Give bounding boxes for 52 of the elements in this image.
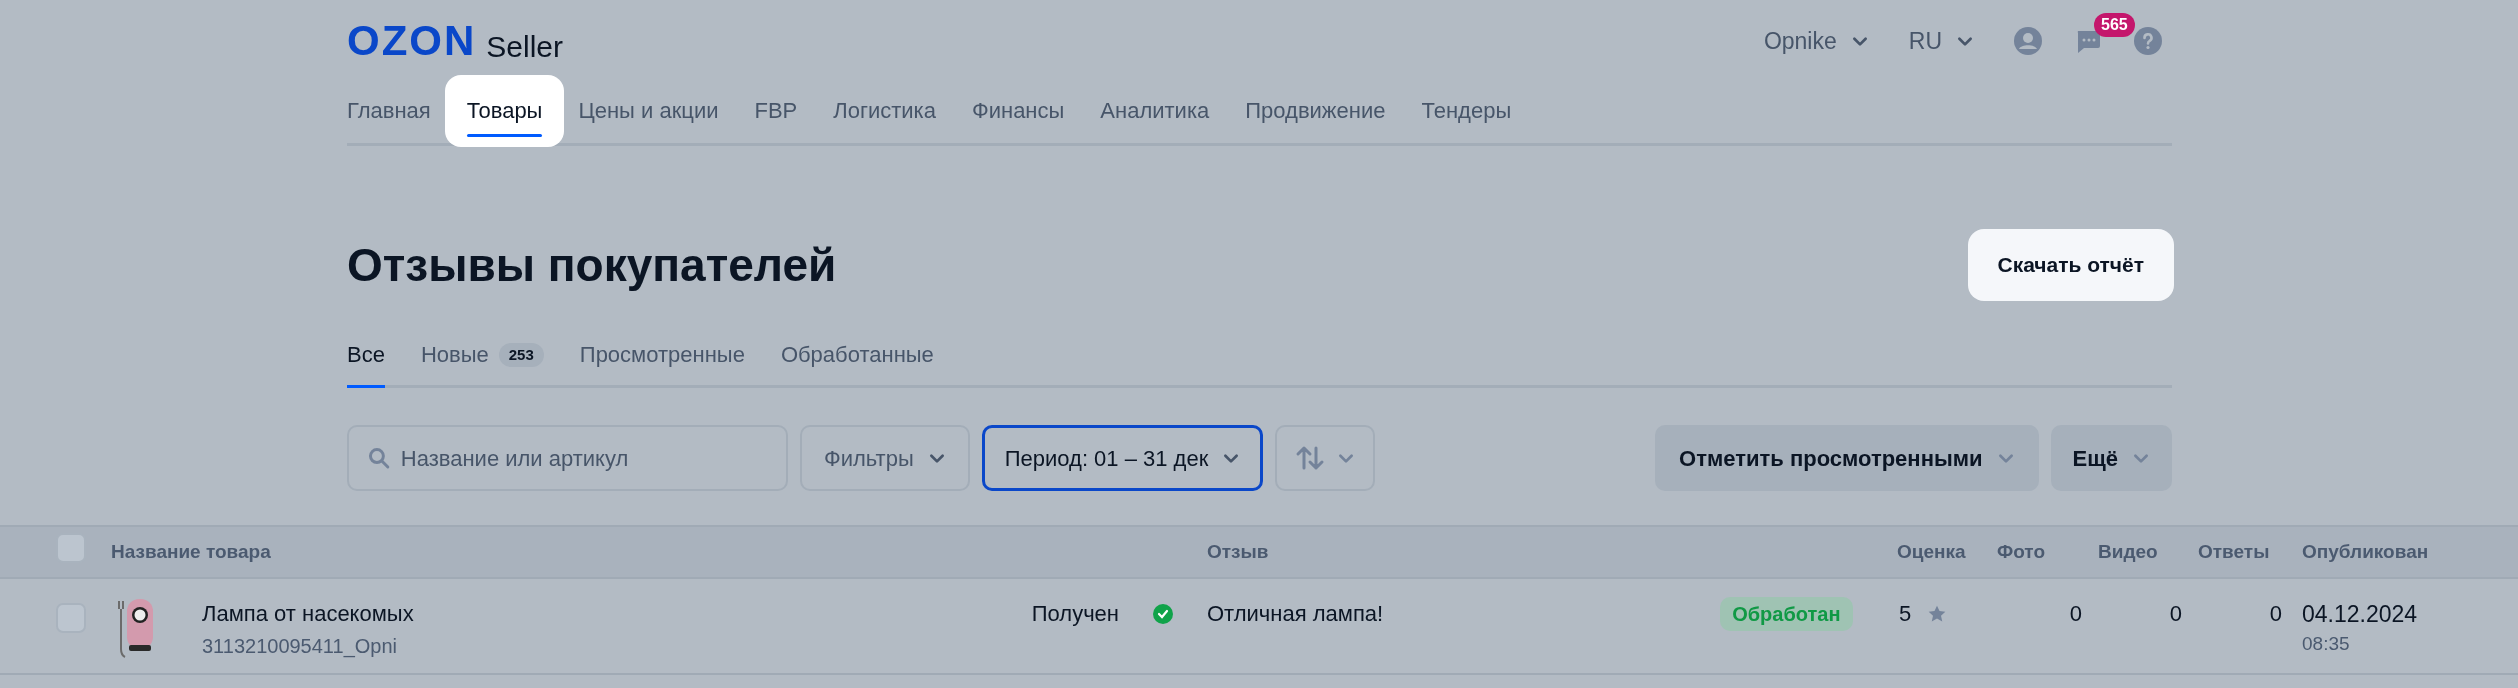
filters-dropdown[interactable]: Фильтры: [800, 425, 970, 491]
column-header: Видео: [2098, 540, 2158, 562]
filter-tab[interactable]: Новые 253: [420, 338, 544, 388]
answer-count: 0: [2269, 601, 2282, 627]
column-header: Ответы: [2198, 540, 2270, 562]
column-header: Отзыв: [1207, 540, 1269, 562]
help-icon[interactable]: [2134, 27, 2162, 55]
search-icon: [367, 445, 391, 471]
column-header: Опубликован: [2302, 540, 2429, 562]
notification-badge: 565: [2094, 13, 2135, 37]
filter-tab[interactable]: Просмотренные: [579, 338, 745, 388]
sort-dropdown[interactable]: [1275, 425, 1376, 491]
status-badge: Обработан: [1720, 597, 1853, 631]
product-name[interactable]: Лампа от насекомых: [202, 601, 414, 627]
column-header: Фото: [1997, 540, 2045, 562]
nav-tab[interactable]: Главная: [347, 94, 431, 127]
search-field[interactable]: Название или артикул: [400, 441, 768, 475]
period-dropdown[interactable]: Период: 01 – 31 дек: [981, 425, 1264, 491]
published-date: 04.12.2024: [2302, 601, 2418, 627]
logo-suffix: Seller: [486, 32, 564, 62]
product-sku: 3113210095411_Opni: [202, 635, 398, 657]
nav-tab[interactable]: FBP: [754, 94, 798, 127]
published-time: 08:35: [2302, 633, 2351, 655]
more-dropdown[interactable]: Ещё: [2050, 425, 2172, 491]
review-status: Получен: [1031, 601, 1119, 627]
language-dropdown[interactable]: RU: [1908, 23, 1974, 59]
nav-tab[interactable]: Аналитика: [1100, 94, 1210, 127]
filter-tab[interactable]: Обработанные: [780, 338, 934, 388]
nav-tab[interactable]: Логистика: [833, 94, 936, 127]
video-count: 0: [2169, 601, 2182, 627]
star-icon: [1927, 604, 1948, 624]
filter-tab[interactable]: Все: [347, 338, 385, 388]
count-badge: 253: [498, 342, 544, 367]
review-text[interactable]: Отличная лампа!: [1207, 601, 1384, 627]
nav-tab[interactable]: Финансы: [971, 94, 1065, 127]
rating-value: 5: [1899, 601, 1912, 627]
column-header: Название товара: [111, 540, 271, 562]
page-title: Отзывы покупателей: [347, 237, 837, 293]
column-header: Оценка: [1897, 540, 1966, 562]
search-box[interactable]: Название или артикул: [347, 425, 788, 491]
mark-viewed-dropdown[interactable]: Отметить просмотренными: [1655, 425, 2039, 491]
download-report-button[interactable]: Скачать отчёт: [1967, 229, 2174, 301]
check-circle-icon: [1153, 604, 1173, 624]
user-icon[interactable]: [2014, 27, 2042, 55]
sort-icon: [1295, 444, 1326, 472]
nav-tab[interactable]: Продвижение: [1245, 94, 1386, 127]
photo-count: 0: [2069, 601, 2082, 627]
account-dropdown[interactable]: Opnike: [1763, 23, 1869, 59]
nav-tab[interactable]: Тендеры: [1421, 94, 1512, 127]
nav-tab[interactable]: Товары: [444, 74, 565, 147]
logo[interactable]: OZON: [347, 20, 477, 62]
nav-tab[interactable]: Цены и акции: [578, 94, 719, 127]
